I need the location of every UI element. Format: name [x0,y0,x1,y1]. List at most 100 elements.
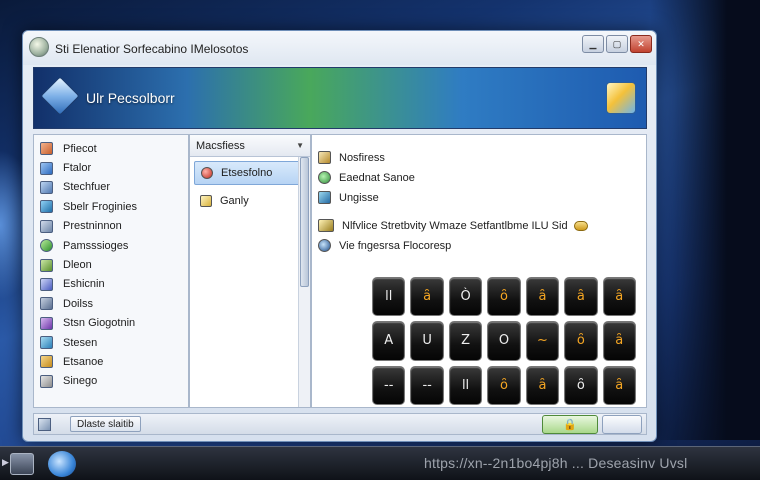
keypad-key[interactable]: ȃ [602,321,636,361]
cancel-button[interactable] [602,415,642,434]
system-icon [40,336,53,350]
sidebar-item[interactable]: Pfiecot [34,139,188,158]
category-list: Macsfiess ▼ Etsesfolno Ganly [189,134,311,408]
content-row[interactable]: Nlfvlice Stretbvity Wmaze Setfantlbme IL… [318,219,588,232]
keypad-key[interactable]: ȃ [602,277,636,317]
keypad-key[interactable]: -- [410,365,444,405]
close-button[interactable]: ✕ [630,35,652,53]
keypad-key[interactable]: ȏ [564,321,598,361]
list-item[interactable]: Ganly [194,189,306,213]
eye-icon [318,239,331,252]
keypad-key[interactable]: ~ [525,321,560,361]
category-dropdown[interactable]: Macsfiess ▼ [190,135,310,157]
content-row-label: Vie fngesrsa Flocoresp [339,239,452,252]
folder-icon [40,142,53,156]
status-icon [38,418,51,431]
maximize-button[interactable]: ▢ [606,35,628,53]
content-row-label: Ungisse [339,191,379,204]
sidebar-item-label: Stechfuer [63,181,111,194]
sidebar-item-label: Pamsssioges [63,239,129,252]
keypad-key[interactable]: Z [448,321,483,361]
sidebar-item-label: Sinego [63,375,98,388]
sidebar-item[interactable]: Sinego [34,372,188,391]
browser-icon[interactable] [48,451,76,477]
sidebar-item-label: Etsanoe [63,355,104,368]
content-row[interactable]: Vie fngesrsa Flocoresp [318,239,451,252]
list-item-label: Ganly [220,195,249,207]
minimize-button[interactable]: ▁ [582,35,604,53]
sidebar-item[interactable]: Etsanoe [34,352,188,371]
settings-icon [40,180,53,194]
share-icon [318,191,331,204]
sidebar-item[interactable]: Eshicnin [34,275,188,294]
sidebar-item-label: Ftalor [63,162,92,175]
keypad-key[interactable]: U [410,321,444,361]
taskbar: ▶ https://xn--2n1bo4pj8h ... Deseasinv U… [0,446,760,480]
dropdown-label: Macsfiess [196,139,245,152]
content-row[interactable]: Nosfiress [318,151,385,164]
sidebar-item-label: Pfiecot [63,142,97,155]
app-window: Sti Elenatior Sorfecabino IMelosotos ▁ ▢… [22,30,657,442]
app-icon[interactable] [29,37,49,57]
keypad-key[interactable]: ȃ [525,365,560,405]
content-row-label: Nlfvlice Stretbvity Wmaze Setfantlbme IL… [342,219,568,232]
storage-icon [40,374,53,388]
record-icon [201,167,213,179]
content-row-label: Nosfiress [339,151,385,164]
list-item-label: Etsesfolno [221,167,273,179]
sidebar-item[interactable]: Dleon [34,255,188,274]
document-icon [40,161,53,175]
keypad-key[interactable]: ȏ [487,277,521,317]
keypad-key[interactable]: Ò [448,277,483,317]
sidebar-item-label: Prestninnon [63,220,122,233]
sidebar-item-label: Sbelr Froginies [63,200,137,213]
keypad-key[interactable]: ȃ [564,277,598,317]
keypad-key[interactable]: ll [372,277,406,317]
keypad-key[interactable]: ȏ [564,365,598,405]
keypad: ll ȃ Ò ȏ ȃ ȃ ȃ A U Z O ~ ȏ ȃ -- -- ll ȏ … [372,277,636,405]
window-title: Sti Elenatior Sorfecabino IMelosotos [55,42,249,56]
scroll-thumb[interactable] [300,157,309,287]
device-icon [40,297,53,311]
keypad-key[interactable]: O [487,321,521,361]
keypad-key[interactable]: ȏ [487,365,521,405]
content-row[interactable]: Eaednat Sanoe [318,171,415,184]
keypad-key[interactable]: ll [448,365,483,405]
sidebar-item-label: Stsn Giogotnin [63,317,136,330]
sidebar-item[interactable]: Ftalor [34,158,188,177]
sidebar-item[interactable]: Stechfuer [34,178,188,197]
keypad-key[interactable]: ȃ [410,277,444,317]
box-icon [606,82,636,114]
sidebar-item[interactable]: Stsn Giogotnin [34,314,188,333]
keypad-key[interactable]: ȃ [602,365,636,405]
keypad-key[interactable]: A [372,321,406,361]
sidebar-item-label: Dleon [63,259,92,272]
network-icon [40,239,53,253]
lock-icon: 🔒 [563,419,577,431]
keypad-key[interactable]: ȃ [525,277,560,317]
ok-button[interactable]: 🔒 [542,415,598,434]
shield-icon [40,258,53,272]
sidebar-item[interactable]: Stesen [34,333,188,352]
content-pane: Nosfiress Eaednat Sanoe Ungisse Nlfvlice… [311,134,647,408]
start-button[interactable] [10,453,34,475]
hand-icon [318,151,331,164]
calendar-icon [318,219,334,232]
keypad-key[interactable]: -- [372,365,406,405]
sidebar-item[interactable]: Doilss [34,294,188,313]
cube-icon [40,76,80,116]
sidebar-item-label: Stesen [63,336,98,349]
sidebar-item[interactable]: Prestninnon [34,217,188,236]
display-icon [40,200,53,214]
chevron-right-icon: ▶ [2,457,9,467]
sidebar-item[interactable]: Pamsssioges [34,236,188,255]
toggle-switch[interactable] [573,220,588,231]
content-row[interactable]: Ungisse [318,191,379,204]
sidebar-item[interactable]: Sbelr Froginies [34,197,188,216]
list-item[interactable]: Etsesfolno [194,161,306,185]
globe-icon [318,171,331,184]
sidebar-item-label: Eshicnin [63,278,105,291]
status-button[interactable]: Dlaste slaitib [70,416,141,432]
list-scrollbar[interactable] [298,157,310,407]
banner-title: Ulr Pecsolborr [86,90,175,106]
